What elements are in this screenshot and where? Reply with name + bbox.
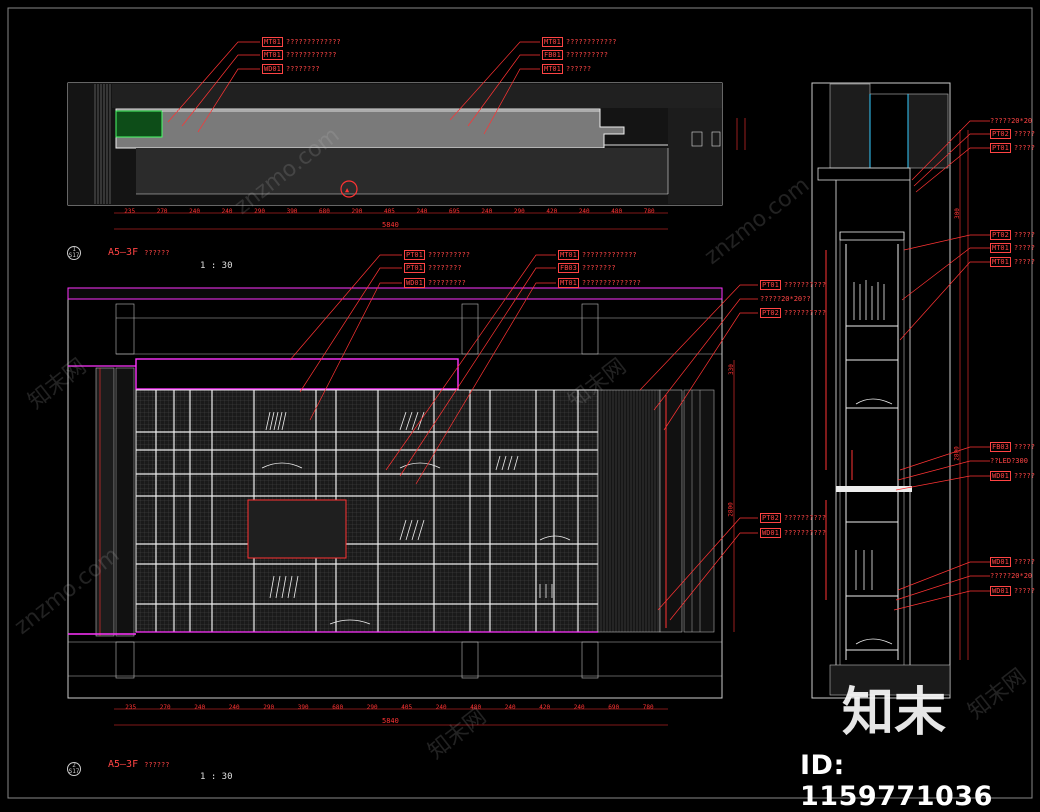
plan-view: ▲ (67, 41, 723, 230)
section-tag: WD01????? (990, 586, 1035, 596)
dimension-label: 240 (573, 704, 585, 711)
plan-tag: FB01?????????? (542, 50, 609, 60)
section-tag: MT01????? (990, 243, 1035, 253)
resource-id: ID: 1159771036 (800, 750, 993, 812)
plan-height-dims (736, 118, 746, 150)
plan-overall-dim: 5840 (382, 221, 399, 229)
elevation-overall-dim: 5840 (382, 717, 399, 725)
plan-view-subtitle: ?????? (144, 249, 170, 257)
dimension-label: 240 (221, 208, 233, 215)
section-tag: ?????20*20 (990, 117, 1033, 125)
plan-tag: MT01????????????? (262, 37, 341, 47)
section-height-dim: 300 (953, 208, 961, 219)
dimension-label: 240 (228, 704, 240, 711)
dimension-label: 270 (159, 704, 171, 711)
section-tag: PT01????? (990, 143, 1035, 153)
section-view (811, 82, 990, 699)
plan-green-block (115, 110, 163, 138)
dimension-label: 270 (156, 208, 168, 215)
dimension-label: 235 (125, 704, 137, 711)
dimension-label: 240 (189, 208, 201, 215)
dimension-label: 695 (448, 208, 460, 215)
dimension-label: 240 (435, 704, 447, 711)
elevation-view-marker: 2 S17 (67, 762, 81, 776)
plan-tag: WD01???????? (262, 64, 320, 74)
dimension-label: 290 (513, 208, 525, 215)
section-tag: ?????20*20 (990, 572, 1033, 580)
dimension-label: 240 (504, 704, 516, 711)
dimension-label: 290 (263, 704, 275, 711)
section-tag: MT01????? (990, 257, 1035, 267)
plan-tag: MT01?????? (542, 64, 592, 74)
plan-view-title: A5—3F ?????? (108, 247, 170, 258)
elevation-tag: PT02?????????? (760, 513, 827, 523)
section-tag: FB03????? (990, 442, 1035, 452)
brand-logo: 知末 (842, 683, 947, 743)
dimension-label: 390 (286, 208, 298, 215)
section-height-dim: 2800 (953, 446, 961, 461)
elevation-tag: WD01?????????? (760, 528, 827, 538)
dimension-label: 240 (481, 208, 493, 215)
section-tag: PT02????? (990, 129, 1035, 139)
section-tag: WD01????? (990, 471, 1035, 481)
dimension-label: 390 (297, 704, 309, 711)
elevation-tag: WD01????????? (404, 278, 466, 288)
dimension-label: 240 (194, 704, 206, 711)
elevation-tag: MT01????????????? (558, 250, 637, 260)
dimension-label: 290 (366, 704, 378, 711)
elevation-tag: ?????20*20?? (760, 295, 811, 303)
elevation-tag: PT01???????? (404, 263, 462, 273)
elevation-tag: MT01?????????????? (558, 278, 641, 288)
section-tag: WD01????? (990, 557, 1035, 567)
dimension-label: 405 (401, 704, 413, 711)
dimension-label: 405 (384, 208, 395, 215)
dimension-label: 240 (416, 208, 428, 215)
dimension-label: 480 (611, 208, 623, 215)
elevation-view-title: A5—3F ?????? (108, 759, 170, 770)
elevation-height-dim: 330 (727, 364, 735, 375)
dimension-label: 690 (608, 704, 620, 711)
dimension-label: 420 (539, 704, 551, 711)
elevation-view-subtitle: ?????? (144, 761, 170, 769)
dimension-label: 235 (124, 208, 136, 215)
elevation-view (67, 254, 758, 726)
dimension-label: 780 (642, 704, 654, 711)
plan-tag: MT01???????????? (262, 50, 337, 60)
dimension-label: 680 (332, 704, 344, 711)
elevation-tag: PT01?????????? (404, 250, 471, 260)
plan-view-marker: 1 S17 (67, 246, 81, 260)
dimension-label: 290 (351, 208, 363, 215)
section-tag: PT02????? (990, 230, 1035, 240)
dimension-label: 780 (643, 208, 655, 215)
elevation-height-dim: 2800 (727, 502, 735, 517)
dimension-label: 240 (578, 208, 590, 215)
elevation-view-scale: 1 : 30 (200, 772, 233, 782)
dimension-label: 420 (546, 208, 558, 215)
section-tag: ??LED?300 (990, 457, 1028, 465)
elevation-tag: FB03???????? (558, 263, 616, 273)
plan-view-scale: 1 : 30 (200, 261, 233, 271)
elevation-tag: PT01?????????? (760, 280, 827, 290)
plan-tag: MT01???????????? (542, 37, 617, 47)
dimension-label: 680 (319, 208, 330, 215)
elevation-tag: PT02?????????? (760, 308, 827, 318)
